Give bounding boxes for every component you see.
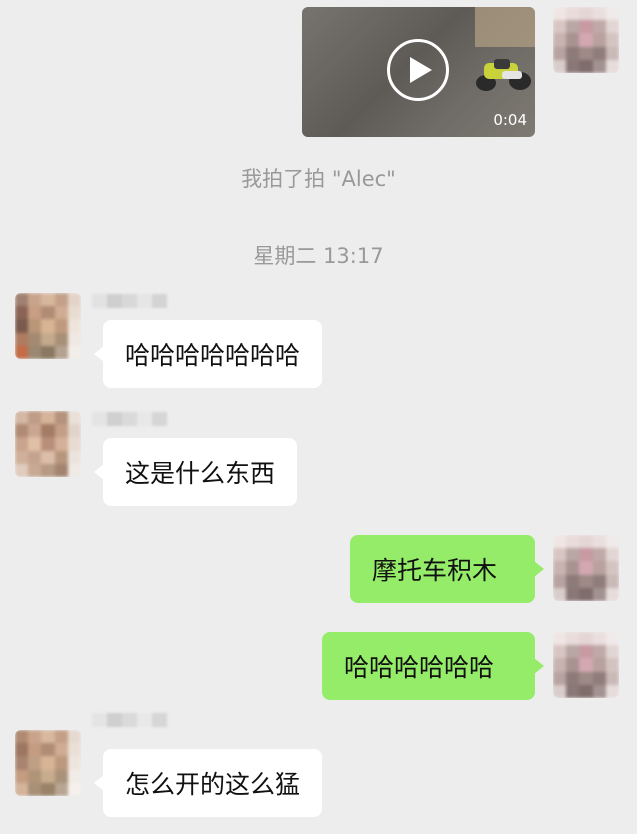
message-bubble-received[interactable]: 怎么开的这么猛 — [93, 749, 323, 817]
message-bubble-received[interactable]: 哈哈哈哈哈哈哈 — [93, 320, 323, 388]
pixelated-avatar-image — [15, 730, 81, 796]
message-bubble-received[interactable]: 这是什么东西 — [93, 438, 298, 506]
pixelated-avatar-image — [15, 411, 81, 477]
contact-avatar[interactable] — [15, 730, 81, 796]
message-text: 这是什么东西 — [125, 459, 276, 488]
play-icon — [409, 57, 432, 83]
my-avatar[interactable] — [553, 535, 619, 601]
contact-avatar[interactable] — [15, 293, 81, 359]
message-bubble-sent[interactable]: 摩托车积木 — [350, 535, 544, 603]
message-text: 摩托车积木 — [372, 556, 498, 585]
contact-nickname-redacted — [92, 294, 167, 308]
my-avatar[interactable] — [553, 632, 619, 698]
pixelated-avatar-image — [553, 535, 619, 601]
pixelated-avatar-image — [15, 293, 81, 359]
video-thumbnail-rug — [475, 7, 535, 47]
pixelated-avatar-image — [553, 7, 619, 73]
message-text: 怎么开的这么猛 — [125, 770, 301, 799]
message-text: 哈哈哈哈哈哈 — [344, 653, 495, 682]
contact-avatar[interactable] — [15, 411, 81, 477]
video-message[interactable]: 0:04 — [302, 7, 535, 137]
timestamp: 星期二 13:17 — [253, 244, 384, 268]
video-duration: 0:04 — [493, 111, 527, 129]
message-text: 哈哈哈哈哈哈哈 — [125, 341, 301, 370]
play-button[interactable] — [387, 39, 449, 101]
pat-notification: 我拍了拍 "Alec" — [241, 167, 396, 191]
contact-nickname-redacted — [92, 713, 167, 727]
my-avatar[interactable] — [553, 7, 619, 73]
pixelated-avatar-image — [553, 632, 619, 698]
message-bubble-sent[interactable]: 哈哈哈哈哈哈 — [322, 632, 544, 700]
motorcycle-toy-thumbnail — [476, 59, 531, 91]
contact-nickname-redacted — [92, 412, 167, 426]
